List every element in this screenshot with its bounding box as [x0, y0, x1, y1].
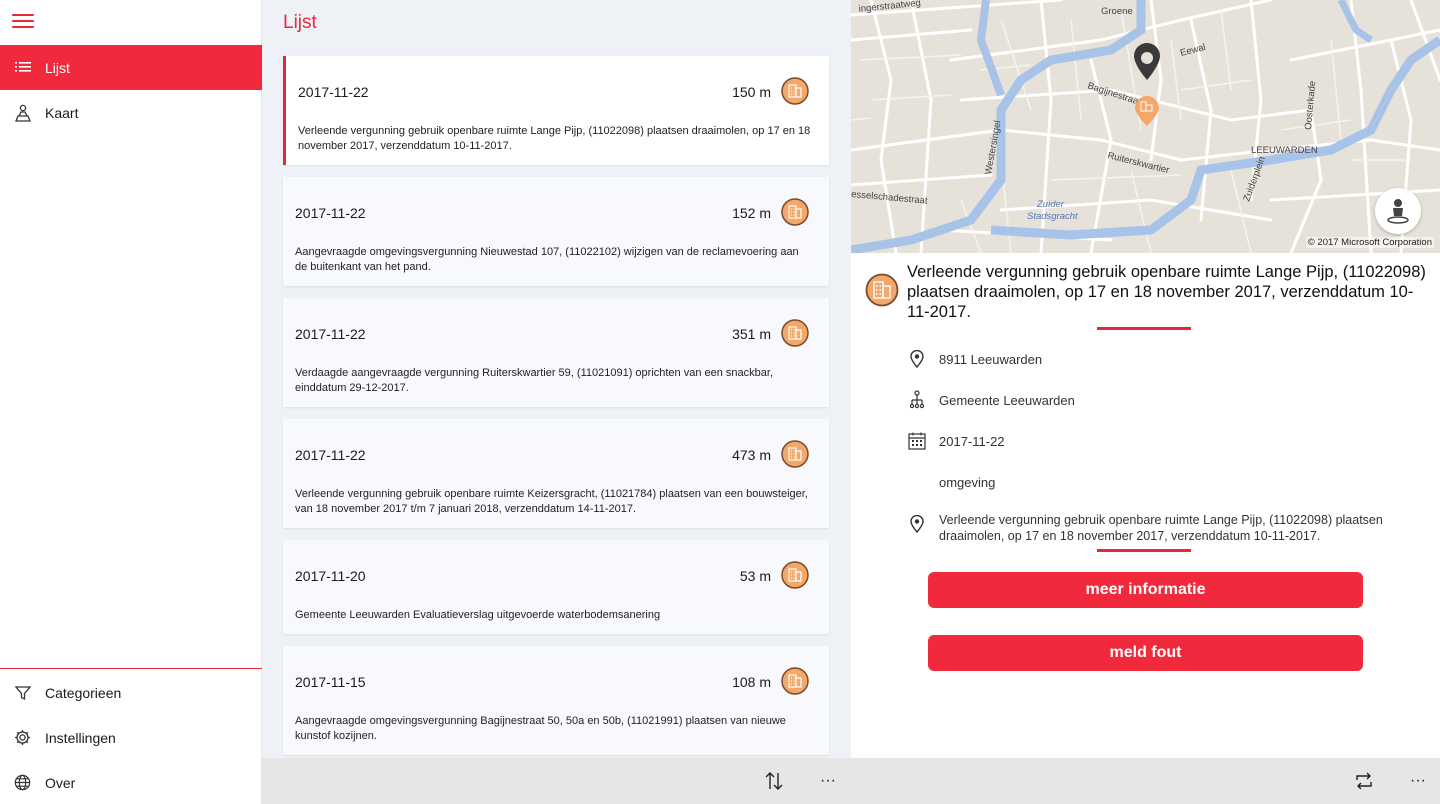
item-distance: 53 m — [739, 568, 771, 584]
location-pin-icon — [907, 514, 927, 534]
list-icon — [0, 61, 45, 75]
location-text: 8911 Leeuwarden — [939, 352, 1043, 367]
item-description: Verleende vergunning gebruik openbare ru… — [298, 125, 811, 152]
nav-item-lijst[interactable]: Lijst — [0, 45, 262, 90]
navigation-pane: Lijst Kaart Categorieen Instellingen Ove… — [0, 0, 262, 804]
nav-item-categorieen[interactable]: Categorieen — [0, 670, 262, 715]
item-description: Verdaagde aangevraagde vergunning Ruiter… — [295, 367, 774, 394]
list-item[interactable]: 2017-11-20 53 m Gemeente Leeuwarden Eval… — [283, 540, 829, 634]
list-item[interactable]: 2017-11-22 473 m Verleende vergunning ge… — [283, 419, 829, 528]
address-text: Verleende vergunning gebruik openbare ru… — [939, 513, 1383, 543]
item-date: 2017-11-22 — [295, 447, 366, 463]
globe-icon — [0, 774, 45, 791]
more-options-button-right[interactable]: ··· — [1403, 766, 1433, 796]
item-description: Aangevraagde omgevingsvergunning Bagijne… — [295, 715, 786, 742]
detail-pane: Verleende vergunning gebruik openbare ru… — [851, 253, 1440, 758]
building-category-icon — [781, 198, 809, 231]
item-date: 2017-11-22 — [295, 326, 366, 342]
nav-item-label: Instellingen — [45, 729, 116, 746]
building-category-icon — [781, 561, 809, 594]
nav-item-label: Lijst — [45, 59, 70, 76]
item-distance: 351 m — [732, 326, 771, 342]
repeat-icon[interactable] — [1349, 766, 1379, 796]
building-category-icon — [781, 667, 809, 700]
map-street-label: Groene — [1101, 6, 1133, 17]
address-underline — [1097, 549, 1191, 552]
info-row-category: omgeving — [907, 472, 1427, 496]
item-distance: 150 m — [732, 84, 771, 100]
nav-item-label: Categorieen — [45, 684, 122, 701]
nav-item-kaart[interactable]: Kaart — [0, 90, 262, 135]
sort-icon[interactable] — [759, 766, 789, 796]
results-list-pane: Lijst 2017-11-22 150 m Verleende vergunn… — [262, 0, 851, 758]
more-options-button[interactable]: ··· — [813, 766, 843, 796]
item-date: 2017-11-22 — [295, 205, 366, 221]
building-category-icon — [781, 440, 809, 473]
list-item[interactable]: 2017-11-22 351 m Verdaagde aangevraagde … — [283, 298, 829, 407]
info-row-date: 2017-11-22 — [907, 431, 1427, 455]
page-title: Lijst — [283, 12, 317, 33]
date-text: 2017-11-22 — [939, 434, 1005, 449]
nav-item-over[interactable]: Over — [0, 760, 262, 804]
map-view[interactable]: ingerstraatweg Groene Eewal Bagijnestraa… — [851, 0, 1440, 253]
org-chart-icon — [907, 390, 927, 410]
info-row-address: Verleende vergunning gebruik openbare ru… — [907, 513, 1427, 550]
building-category-icon — [781, 319, 809, 352]
organization-text: Gemeente Leeuwarden — [939, 393, 1075, 408]
item-description: Aangevraagde omgevingsvergunning Nieuwes… — [295, 246, 799, 273]
list-item[interactable]: 2017-11-22 150 m Verleende vergunning ge… — [283, 56, 829, 165]
hamburger-menu-icon[interactable] — [12, 14, 34, 32]
info-row-organization: Gemeente Leeuwarden — [907, 390, 1427, 414]
list-item[interactable]: 2017-11-22 152 m Aangevraagde omgevingsv… — [283, 177, 829, 286]
map-city-label: LEEUWARDEN — [1251, 145, 1318, 156]
title-underline — [1097, 327, 1191, 330]
item-description: Gemeente Leeuwarden Evaluatieverslag uit… — [295, 609, 661, 621]
report-error-button[interactable]: meld fout — [928, 635, 1363, 671]
person-location-icon — [1387, 199, 1409, 224]
item-distance: 152 m — [732, 205, 771, 221]
category-text: omgeving — [939, 475, 996, 490]
item-distance: 108 m — [732, 674, 771, 690]
map-canvas: ingerstraatweg Groene Eewal Bagijnestraa… — [851, 0, 1440, 253]
more-info-button[interactable]: meer informatie — [928, 572, 1363, 608]
item-date: 2017-11-15 — [295, 674, 366, 690]
my-location-button[interactable] — [1375, 188, 1421, 234]
building-category-icon — [781, 77, 809, 110]
nav-item-label: Kaart — [45, 104, 79, 121]
nav-item-label: Over — [45, 774, 76, 791]
detail-title: Verleende vergunning gebruik openbare ru… — [907, 263, 1426, 321]
item-distance: 473 m — [732, 447, 771, 463]
command-bar: ··· ··· — [262, 758, 1440, 804]
map-water-label: Stadsgracht — [1027, 211, 1078, 222]
map-copyright: © 2017 Microsoft Corporation — [1305, 237, 1434, 248]
gear-icon — [0, 729, 45, 746]
map-pin-person-icon — [0, 104, 45, 122]
list-item[interactable]: 2017-11-15 108 m Aangevraagde omgevingsv… — [283, 646, 829, 755]
info-row-location: 8911 Leeuwarden — [907, 349, 1427, 373]
map-water-label: Zuider — [1036, 199, 1065, 210]
nav-separator — [0, 668, 262, 669]
item-date: 2017-11-22 — [298, 84, 369, 100]
filter-icon — [0, 685, 45, 701]
building-category-icon — [865, 273, 899, 312]
more-icon: ··· — [1410, 772, 1426, 789]
calendar-icon — [907, 431, 927, 451]
item-date: 2017-11-20 — [295, 568, 366, 584]
location-pin-icon — [907, 349, 927, 369]
item-description: Verleende vergunning gebruik openbare ru… — [295, 488, 808, 515]
more-icon: ··· — [820, 772, 836, 789]
nav-item-instellingen[interactable]: Instellingen — [0, 715, 262, 760]
